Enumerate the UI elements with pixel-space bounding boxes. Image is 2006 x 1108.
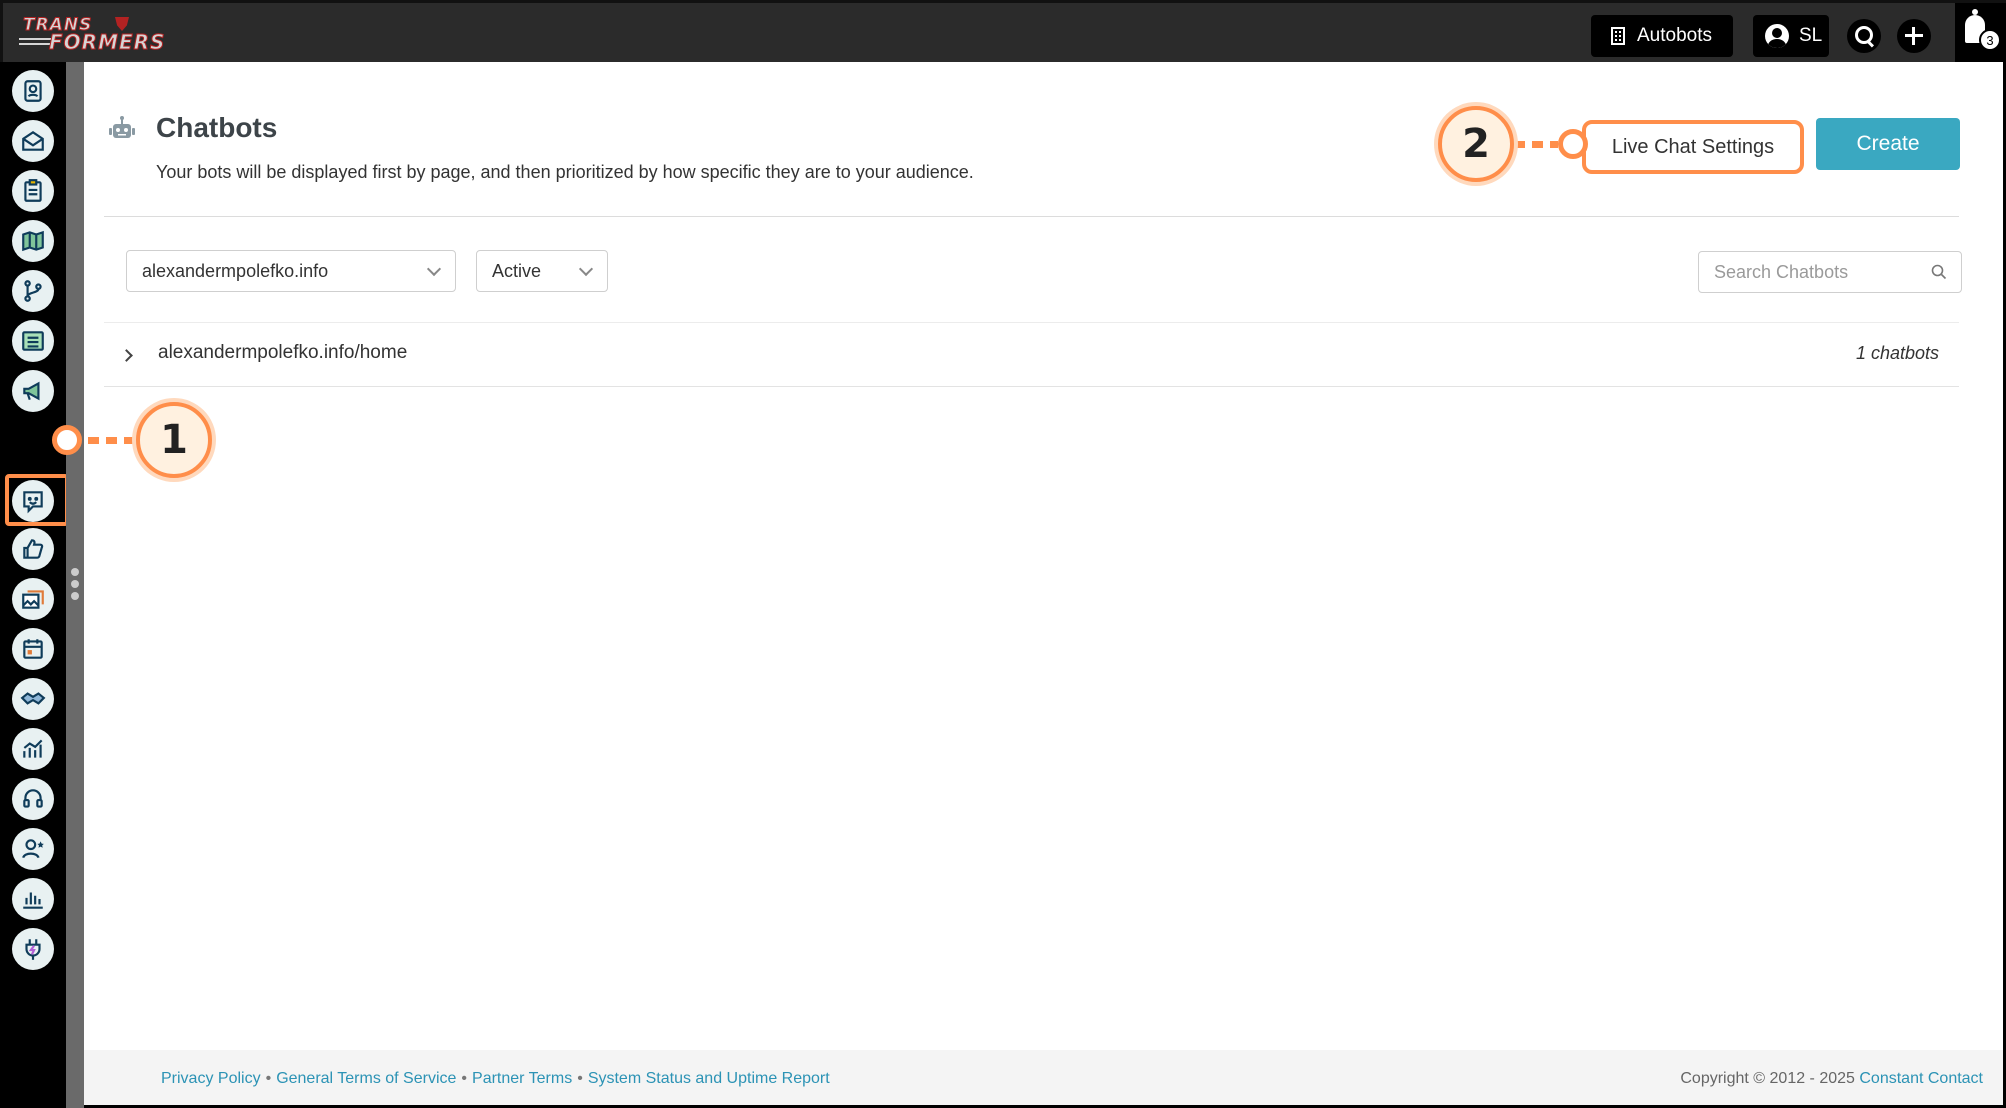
map-icon[interactable]: [12, 220, 54, 262]
chatbot-count: 1 chatbots: [1855, 343, 1939, 363]
callout-1-connector: [88, 437, 140, 444]
logo-emblem-icon: [115, 17, 129, 31]
user-avatar-icon: [1765, 24, 1789, 48]
company-link[interactable]: Constant Contact: [1859, 1070, 1983, 1087]
user-star-icon[interactable]: [12, 828, 54, 870]
copyright: Copyright © 2012 - 2025 Constant Contact: [1680, 1070, 1983, 1088]
callout-2-badge: 2: [1438, 106, 1514, 182]
live-chat-settings-button[interactable]: Live Chat Settings: [1582, 120, 1804, 174]
page-group-label: alexandermpolefko.info/home: [158, 342, 408, 363]
building-icon: [1611, 27, 1625, 45]
list-divider: [104, 322, 1959, 323]
sidebar-nav: [0, 62, 69, 1108]
top-bar: TRANS FORMERS Autobots SL 3: [0, 0, 2006, 65]
page-subtitle: Your bots will be displayed first by pag…: [156, 162, 974, 182]
status-select[interactable]: Active: [476, 250, 608, 292]
footer-separator: •: [461, 1070, 468, 1087]
brand-logo[interactable]: TRANS FORMERS: [19, 15, 165, 55]
partner-terms-link[interactable]: Partner Terms: [472, 1070, 572, 1087]
footer: Privacy Policy • General Terms of Service •…: [84, 1050, 2003, 1105]
footer-links: Privacy Policy • General Terms of Service •…: [161, 1070, 830, 1088]
site-select-value: alexandermpolefko.info: [142, 260, 329, 281]
list-divider: [104, 386, 1959, 387]
main-content: Chatbots Your bots will be displayed fir…: [84, 62, 2003, 1105]
search-chatbots-field[interactable]: [1698, 251, 1962, 293]
drag-handle-icon[interactable]: [66, 568, 84, 604]
page-title: Chatbots: [156, 112, 278, 143]
chevron-down-icon: [426, 261, 442, 277]
search-icon[interactable]: [1931, 264, 1947, 280]
megaphone-icon[interactable]: [12, 370, 54, 412]
header-divider: [104, 216, 1959, 217]
logo-text-line2: FORMERS: [48, 30, 166, 55]
privacy-policy-link[interactable]: Privacy Policy: [161, 1070, 261, 1087]
search-chatbots-input[interactable]: [1699, 252, 1909, 292]
callout-2-connector: [1514, 141, 1558, 148]
account-switcher-button[interactable]: Autobots: [1591, 15, 1733, 57]
create-button[interactable]: Create: [1816, 118, 1960, 170]
footer-separator: •: [577, 1070, 583, 1087]
media-icon[interactable]: [12, 578, 54, 620]
callout-1-badge: 1: [136, 402, 212, 478]
email-icon[interactable]: [12, 120, 54, 162]
thumbs-up-icon[interactable]: [12, 528, 54, 570]
chevron-right-icon[interactable]: [120, 349, 133, 362]
callout-2-anchor: [1558, 129, 1588, 159]
workflow-icon[interactable]: [12, 270, 54, 312]
status-select-value: Active: [492, 260, 542, 281]
user-menu-button[interactable]: SL: [1753, 15, 1829, 57]
logo-decoration: [19, 43, 53, 45]
copyright-text: Copyright © 2012 - 2025: [1680, 1070, 1855, 1087]
callout-1-anchor: [52, 425, 82, 455]
clipboard-icon[interactable]: [12, 170, 54, 212]
headset-icon[interactable]: [12, 778, 54, 820]
user-initials: SL: [1799, 25, 1823, 46]
footer-separator: •: [265, 1070, 272, 1087]
notifications-button[interactable]: 3: [1955, 3, 2006, 65]
calendar-icon[interactable]: [12, 628, 54, 670]
terms-of-service-link[interactable]: General Terms of Service: [276, 1070, 456, 1087]
robot-icon: [109, 116, 135, 138]
account-name: Autobots: [1637, 25, 1712, 46]
analytics-icon[interactable]: [12, 728, 54, 770]
add-new-icon[interactable]: [1897, 19, 1931, 53]
system-status-link[interactable]: System Status and Uptime Report: [588, 1070, 830, 1087]
global-search-icon[interactable]: [1847, 19, 1881, 53]
plug-icon[interactable]: [12, 928, 54, 970]
notification-count-badge: 3: [1979, 29, 2001, 51]
page-group-row[interactable]: alexandermpolefko.info/home 1 chatbots: [104, 324, 1959, 386]
contacts-icon[interactable]: [12, 70, 54, 112]
bar-chart-icon[interactable]: [12, 878, 54, 920]
chevron-down-icon: [578, 261, 594, 277]
handshake-icon[interactable]: [12, 678, 54, 720]
chatbot-icon[interactable]: [12, 480, 54, 522]
list-icon[interactable]: [12, 320, 54, 362]
site-select[interactable]: alexandermpolefko.info: [126, 250, 456, 292]
